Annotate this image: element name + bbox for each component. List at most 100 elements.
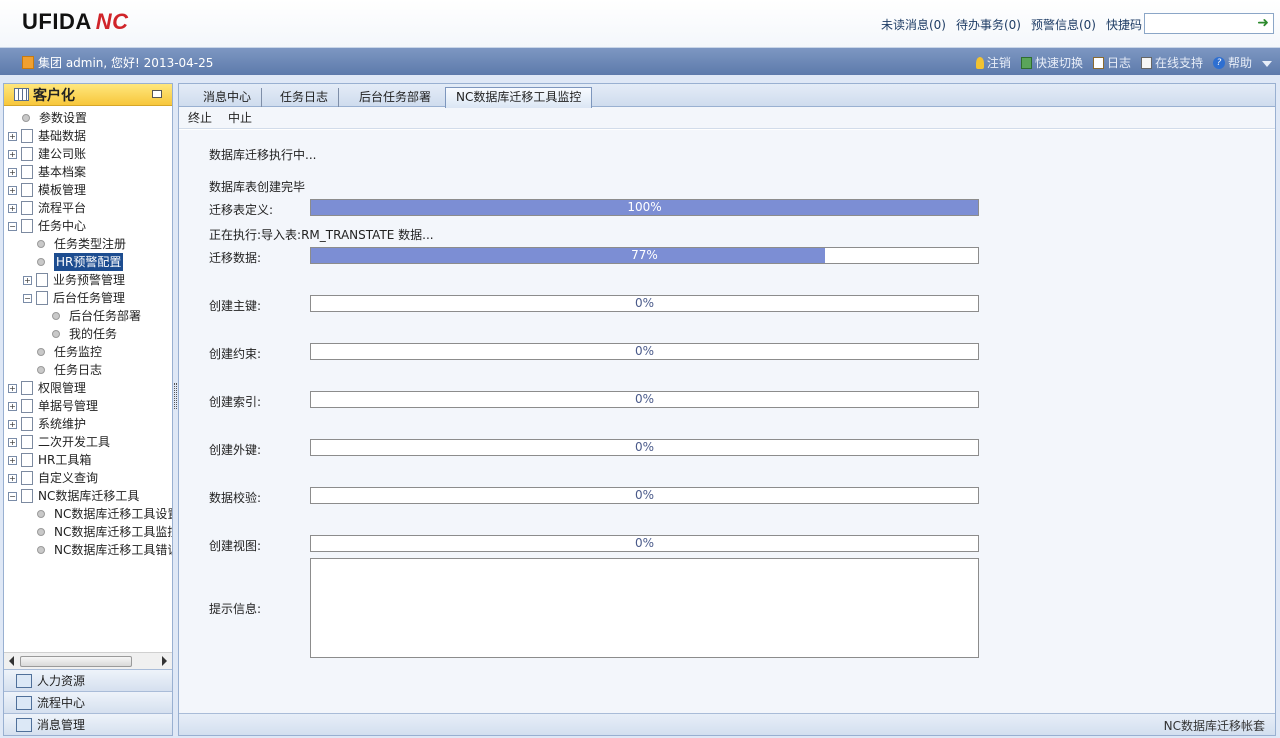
folder-doc-icon xyxy=(21,219,33,233)
scroll-left-icon[interactable] xyxy=(9,656,14,666)
tab-migration-monitor[interactable]: NC数据库迁移工具监控 xyxy=(445,87,593,108)
expand-icon[interactable]: + xyxy=(8,419,17,429)
expand-icon[interactable]: + xyxy=(8,131,17,141)
tree-node[interactable]: 任务类型注册 xyxy=(37,235,126,253)
leaf-bullet-icon xyxy=(37,546,45,554)
tree-node[interactable]: NC数据库迁移工具错误 xyxy=(37,541,172,559)
tab-task-log[interactable]: 任务日志 xyxy=(270,88,340,107)
tree-node[interactable]: + HR工具箱 xyxy=(8,451,91,469)
abort-button[interactable]: 中止 xyxy=(228,109,252,126)
todo-link[interactable]: 待办事务(0) xyxy=(956,16,1021,33)
greeting-text: 集团 admin, 您好! 2013-04-25 xyxy=(38,56,214,70)
tree-node[interactable]: 后台任务部署 xyxy=(52,307,141,325)
progress-percent: 77% xyxy=(631,248,658,262)
tree-node[interactable]: + 二次开发工具 xyxy=(8,433,110,451)
stage2-message: 正在执行:导入表:RM_TRANSTATE 数据... xyxy=(209,228,434,242)
progress-bar: 0% xyxy=(310,487,979,504)
progress-percent: 100% xyxy=(627,200,662,214)
tree-node[interactable]: + 基本档案 xyxy=(8,163,86,181)
tree-node[interactable]: + 系统维护 xyxy=(8,415,86,433)
tree-node[interactable]: + 流程平台 xyxy=(8,199,86,217)
tree-node[interactable]: + 建公司账 xyxy=(8,145,86,163)
tree-node[interactable]: NC数据库迁移工具监控 xyxy=(37,523,172,541)
tree-node[interactable]: + 单据号管理 xyxy=(8,397,98,415)
progress-label: 迁移表定义: xyxy=(209,203,274,217)
module-workflow-button[interactable]: 流程中心 xyxy=(4,691,172,713)
expand-icon[interactable]: + xyxy=(8,185,17,195)
expand-icon[interactable]: + xyxy=(8,437,17,447)
progress-bar: 0% xyxy=(310,295,979,312)
module-hr-button[interactable]: 人力资源 xyxy=(4,669,172,691)
tree-node-label: HR工具箱 xyxy=(38,453,92,467)
leaf-bullet-icon xyxy=(37,366,45,374)
panel-title: 客户化 xyxy=(33,87,75,104)
expand-icon[interactable]: + xyxy=(8,383,17,393)
tree-node[interactable]: 参数设置 xyxy=(22,109,87,127)
collapse-panel-button[interactable] xyxy=(152,90,162,98)
go-arrow-icon[interactable]: ➜ xyxy=(1257,15,1269,31)
quickcode-box: ➜ xyxy=(1144,13,1274,34)
tree-node[interactable]: + 自定义查询 xyxy=(8,469,98,487)
progress-bar: 0% xyxy=(310,343,979,360)
tree-node[interactable]: 任务监控 xyxy=(37,343,102,361)
log-button[interactable]: 日志 xyxy=(1092,54,1131,71)
leaf-bullet-icon xyxy=(37,240,45,248)
progress-label: 创建视图: xyxy=(209,539,262,553)
progress-bar: 0% xyxy=(310,439,979,456)
logout-button[interactable]: 注销 xyxy=(975,54,1011,71)
collapse-icon[interactable]: − xyxy=(23,293,32,303)
tree-node[interactable]: NC数据库迁移工具设置 xyxy=(37,505,172,523)
terminate-button[interactable]: 终止 xyxy=(188,109,212,126)
unread-messages-link[interactable]: 未读消息(0) xyxy=(881,16,946,33)
collapse-icon[interactable]: − xyxy=(8,221,17,231)
menu-dropdown[interactable] xyxy=(1262,54,1272,71)
tree-node[interactable]: 我的任务 xyxy=(52,325,117,343)
tree-node[interactable]: + 权限管理 xyxy=(8,379,86,397)
envelope-icon xyxy=(16,717,32,732)
expand-icon[interactable]: + xyxy=(8,401,17,411)
expand-icon[interactable]: + xyxy=(8,455,17,465)
tab-message-center[interactable]: 消息中心 xyxy=(193,88,263,107)
module-label: 消息管理 xyxy=(37,718,86,732)
help-button[interactable]: ? 帮助 xyxy=(1212,54,1252,71)
scroll-thumb[interactable] xyxy=(20,656,132,667)
alerts-link[interactable]: 预警信息(0) xyxy=(1031,16,1096,33)
quickcode-input[interactable] xyxy=(1145,14,1253,33)
tree-node[interactable]: + 模板管理 xyxy=(8,181,86,199)
toolbar: 终止 中止 xyxy=(179,107,1275,129)
module-label: 人力资源 xyxy=(37,674,86,688)
switch-label: 快速切换 xyxy=(1034,56,1083,70)
expand-icon[interactable]: + xyxy=(23,275,32,285)
folder-doc-icon xyxy=(21,417,33,431)
module-messages-button[interactable]: 消息管理 xyxy=(4,713,172,735)
folder-doc-icon xyxy=(21,201,33,215)
collapse-icon[interactable]: − xyxy=(8,491,17,501)
tree-node[interactable]: + 业务预警管理 xyxy=(23,271,125,289)
people-icon xyxy=(16,673,32,688)
tree-node[interactable]: 任务日志 xyxy=(37,361,102,379)
tree-horizontal-scrollbar[interactable] xyxy=(4,652,172,669)
scroll-right-icon[interactable] xyxy=(162,656,167,666)
tree-node[interactable]: HR预警配置 xyxy=(37,253,124,271)
tree-node[interactable]: − 后台任务管理 xyxy=(23,289,125,307)
info-textarea[interactable] xyxy=(310,558,979,658)
expand-icon[interactable]: + xyxy=(8,203,17,213)
user-actions: 注销 快速切换 日志 在线支持 ? 帮助 xyxy=(975,54,1272,71)
online-support-button[interactable]: 在线支持 xyxy=(1140,54,1203,71)
expand-icon[interactable]: + xyxy=(8,167,17,177)
tree-node[interactable]: − 任务中心 xyxy=(8,217,86,235)
grid-icon xyxy=(14,88,29,101)
expand-icon[interactable]: + xyxy=(8,149,17,159)
tree-node-label: 系统维护 xyxy=(38,417,87,431)
status-text: NC数据库迁移帐套 xyxy=(1163,719,1265,733)
tab-background-task-deploy[interactable]: 后台任务部署 xyxy=(349,88,441,107)
expand-icon[interactable]: + xyxy=(8,473,17,483)
quick-switch-button[interactable]: 快速切换 xyxy=(1020,54,1083,71)
progress-percent: 0% xyxy=(634,536,655,550)
help-icon: ? xyxy=(1212,56,1225,69)
stage1-message: 数据库表创建完毕 xyxy=(209,180,306,194)
tree-node[interactable]: − NC数据库迁移工具 xyxy=(8,487,139,505)
progress-percent: 0% xyxy=(634,344,655,358)
user-bar: 集团 admin, 您好! 2013-04-25 注销 快速切换 日志 在线支持… xyxy=(0,48,1280,75)
tree-node[interactable]: + 基础数据 xyxy=(8,127,86,145)
